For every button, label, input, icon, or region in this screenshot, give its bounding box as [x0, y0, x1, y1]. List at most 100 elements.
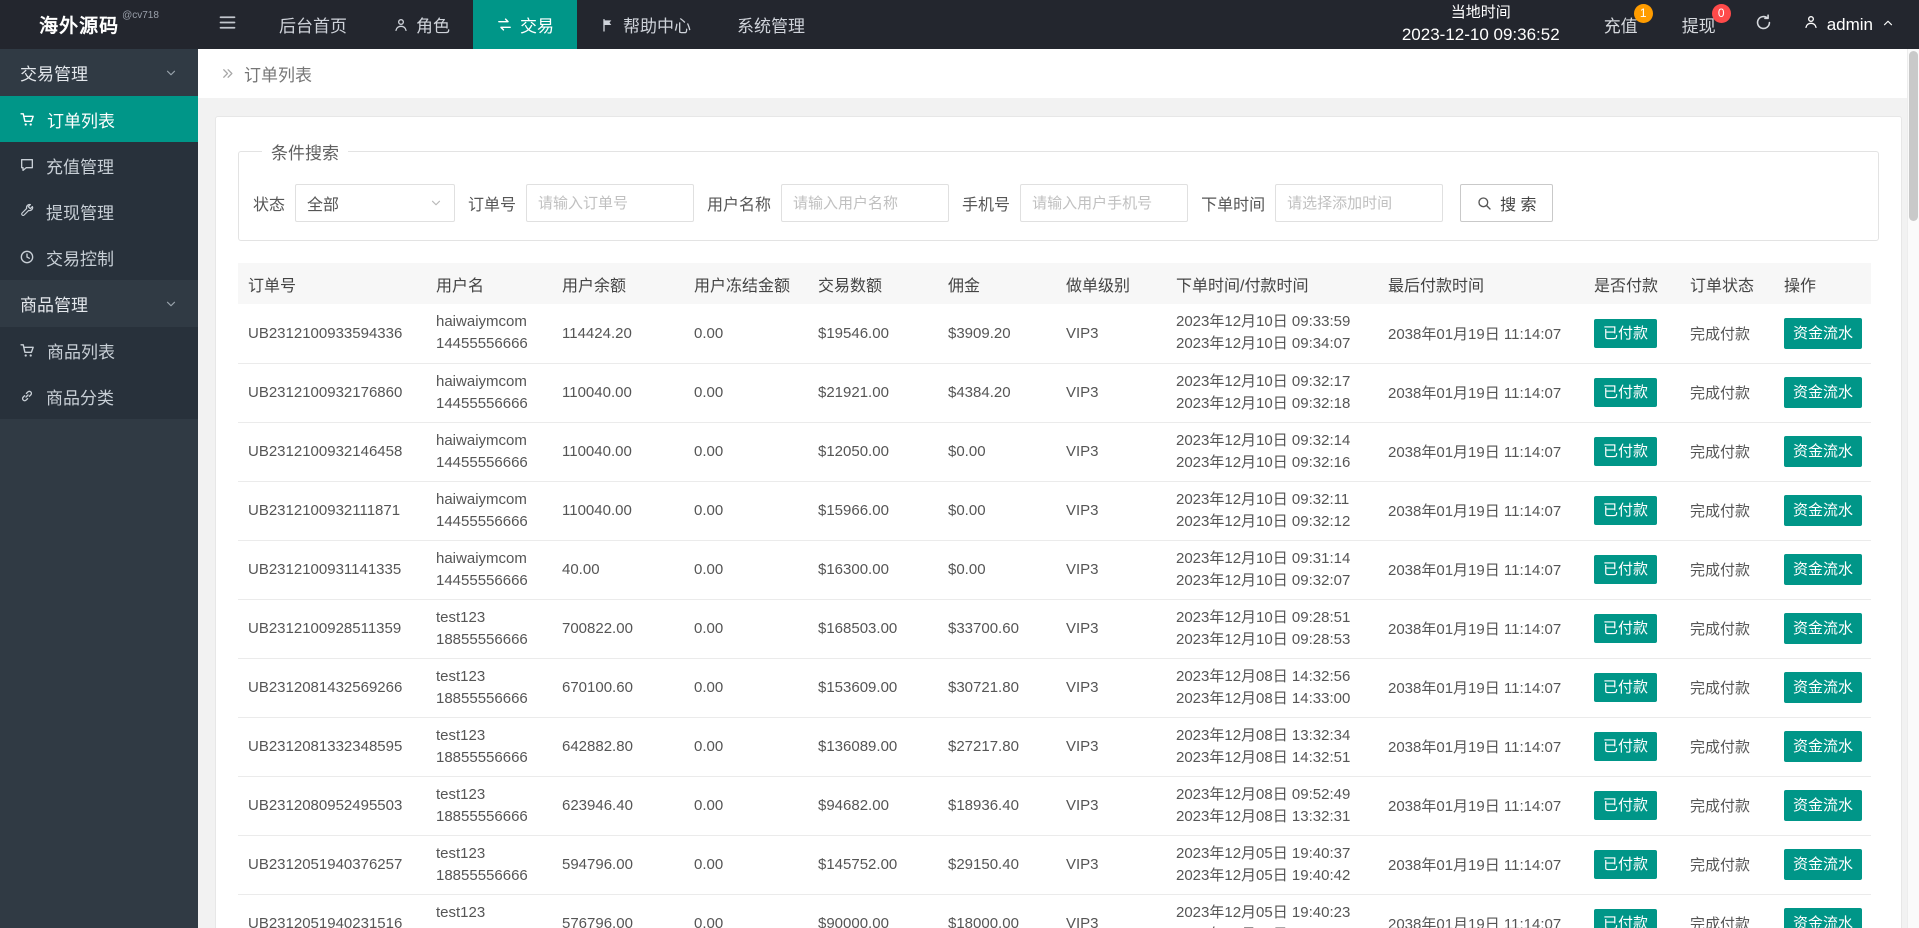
nav-item-home[interactable]: 后台首页: [256, 0, 370, 49]
funds-flow-button[interactable]: 资金流水: [1784, 731, 1863, 762]
sidebar-item-label: 充值管理: [46, 157, 114, 177]
user-info: test123 18855556666: [436, 666, 542, 710]
cell-status: 完成付款: [1680, 599, 1774, 659]
order-times: 2023年12月08日 14:32:56 2023年12月08日 14:33:00: [1176, 666, 1368, 710]
recharge-button[interactable]: 充值 1: [1582, 0, 1660, 49]
sidebar-section-goods-manage[interactable]: 商品管理: [0, 280, 198, 327]
order-time-input[interactable]: [1275, 184, 1444, 222]
cell-level: VIP3: [1056, 776, 1166, 836]
cell-paid: 已付款: [1584, 894, 1680, 928]
app-logo-text: 海外源码: [39, 16, 120, 37]
sidebar-item-goods-list[interactable]: 商品列表: [0, 327, 198, 373]
cell-level: VIP3: [1056, 894, 1166, 928]
funds-flow-button[interactable]: 资金流水: [1784, 672, 1863, 703]
order-times: 2023年12月08日 13:32:34 2023年12月08日 14:32:51: [1176, 725, 1368, 769]
sidebar-item-goods-category[interactable]: 商品分类: [0, 373, 198, 419]
nav-item-system[interactable]: 系统管理: [714, 0, 828, 49]
sidebar-item-order-list[interactable]: 订单列表: [0, 96, 198, 142]
funds-flow-button[interactable]: 资金流水: [1784, 317, 1863, 349]
funds-flow-button[interactable]: 资金流水: [1784, 790, 1863, 821]
refresh-button[interactable]: [1738, 0, 1789, 49]
order-times: 2023年12月10日 09:32:17 2023年12月10日 09:32:18: [1176, 371, 1368, 415]
cell-last-pay-time: 2038年01月19日 11:14:07: [1378, 599, 1584, 659]
cell-balance: 642882.80: [552, 717, 684, 777]
column-header-9: 是否付款: [1584, 263, 1680, 304]
menu-toggle-button[interactable]: [198, 0, 256, 49]
user-info-line1: haiwaiymcom: [436, 490, 527, 508]
cell-order-no: UB2312100932111871: [238, 481, 426, 541]
sidebar: 交易管理订单列表充值管理提现管理 交易控制 商品管理 商品列表 商品分类: [0, 49, 198, 928]
funds-flow-button[interactable]: 资金流水: [1784, 377, 1863, 408]
user-info: test123 18855556666: [436, 607, 542, 651]
cell-frozen: 0.00: [684, 304, 808, 364]
funds-flow-button[interactable]: 资金流水: [1784, 908, 1863, 928]
funds-flow-button[interactable]: 资金流水: [1784, 554, 1863, 585]
user-info-line2: 18855556666: [436, 924, 542, 928]
sidebar-item-recharge-manage[interactable]: 充值管理: [0, 142, 198, 188]
sidebar-item-label: 订单列表: [47, 111, 115, 131]
funds-flow-button[interactable]: 资金流水: [1784, 495, 1863, 526]
cell-last-pay-time: 2038年01月19日 11:14:07: [1378, 363, 1584, 423]
user-info: haiwaiymcom 14455556666: [436, 489, 542, 533]
scrollbar[interactable]: [1907, 49, 1919, 928]
search-panel-title: 条件搜索: [271, 144, 339, 163]
username-input[interactable]: [781, 184, 950, 222]
table-header-row: 订单号 用户名 用户余额 用户冻结金额 交易数额 佣金 做单级别 下单时间/付款时间 最后付款时…: [238, 263, 1871, 304]
cell-frozen: 0.00: [684, 835, 808, 895]
nav-item-help[interactable]: 帮助中心: [577, 0, 714, 49]
cell-balance: 700822.00: [552, 599, 684, 659]
cell-balance: 594796.00: [552, 835, 684, 895]
cell-level: VIP3: [1056, 658, 1166, 718]
cell-paid: 已付款: [1584, 540, 1680, 600]
clock-icon: [19, 249, 35, 265]
order-row: UB2312100933594336 haiwaiymcom 14455556666…: [238, 304, 1871, 364]
withdraw-button[interactable]: 提现 0: [1660, 0, 1738, 49]
sidebar-item-withdraw-manage[interactable]: 提现管理: [0, 188, 198, 234]
cell-balance: 110040.00: [552, 422, 684, 482]
status-filter: 状态 全部: [253, 184, 456, 222]
cell-actions: 资金流水: [1774, 776, 1871, 836]
order-no-input[interactable]: [526, 184, 695, 222]
order-row: UB2312081432569266 test123 18855556666 6701…: [238, 658, 1871, 718]
order-times-line2: 2023年12月10日 09:32:12: [1176, 512, 1351, 530]
order-times: 2023年12月05日 19:40:23 2023年12月05日 19:40:26: [1176, 902, 1368, 928]
paid-badge: 已付款: [1594, 673, 1658, 702]
nav-item-label: 角色: [416, 17, 450, 36]
cell-last-pay-time: 2038年01月19日 11:14:07: [1378, 776, 1584, 836]
cell-order-no: UB2312051940376257: [238, 835, 426, 895]
status-select[interactable]: 全部: [295, 184, 456, 222]
flag-icon: [600, 17, 616, 33]
link-icon: [19, 388, 35, 404]
cell-order-no: UB2312100931141335: [238, 540, 426, 600]
cell-status: 完成付款: [1680, 776, 1774, 836]
nav-item-trade[interactable]: 交易: [473, 0, 577, 49]
cell-order-no: UB2312081332348595: [238, 717, 426, 777]
scrollbar-thumb[interactable]: [1909, 51, 1918, 221]
sidebar-section-trade-manage[interactable]: 交易管理: [0, 49, 198, 96]
paid-badge: 已付款: [1594, 909, 1658, 928]
cell-level: VIP3: [1056, 304, 1166, 364]
cell-commission: $0.00: [938, 422, 1056, 482]
admin-menu[interactable]: admin: [1789, 0, 1919, 49]
cell-amount: $15966.00: [808, 481, 938, 541]
search-button[interactable]: 搜 索: [1460, 184, 1553, 222]
funds-flow-button[interactable]: 资金流水: [1784, 436, 1863, 467]
paid-badge: 已付款: [1594, 378, 1658, 407]
cell-level: VIP3: [1056, 422, 1166, 482]
search-icon: [1476, 195, 1492, 211]
chevron-down-icon: [164, 297, 178, 311]
phone-input[interactable]: [1020, 184, 1189, 222]
order-times: 2023年12月08日 09:52:49 2023年12月08日 13:32:31: [1176, 784, 1368, 828]
user-info: test123 18855556666: [436, 725, 542, 769]
cell-balance: 40.00: [552, 540, 684, 600]
user-info-line1: test123: [436, 667, 486, 685]
funds-flow-button[interactable]: 资金流水: [1784, 849, 1863, 880]
nav-item-role[interactable]: 角色: [370, 0, 473, 49]
username-filter: 用户名称: [707, 184, 950, 222]
cell-commission: $18936.40: [938, 776, 1056, 836]
sidebar-item-trade-control[interactable]: 交易控制: [0, 234, 198, 280]
funds-flow-button[interactable]: 资金流水: [1784, 613, 1863, 644]
cell-times: 2023年12月10日 09:32:11 2023年12月10日 09:32:12: [1166, 481, 1378, 541]
user-info: haiwaiymcom 14455556666: [436, 311, 542, 355]
filters-row: 状态 全部 订单号 用户名称 手机: [253, 184, 1864, 222]
